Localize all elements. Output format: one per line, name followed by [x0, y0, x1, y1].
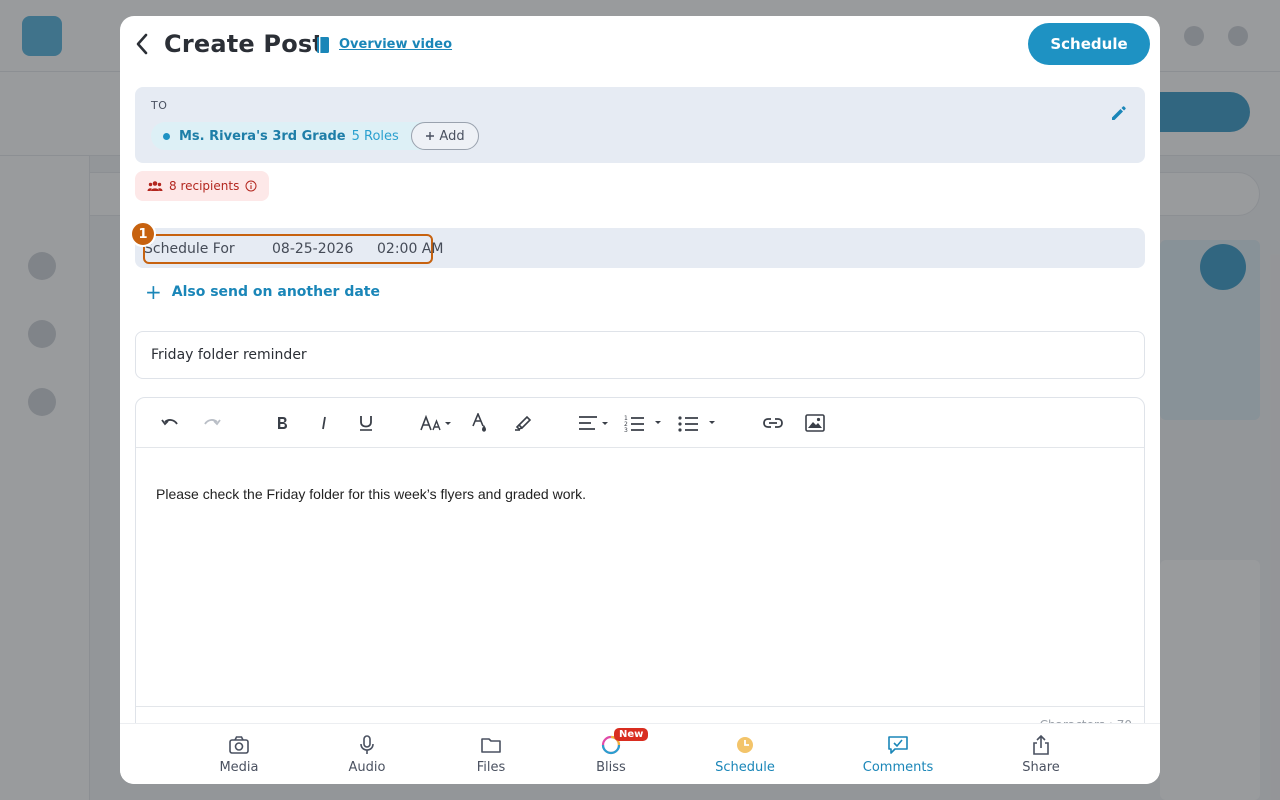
undo-button[interactable]: [158, 411, 182, 435]
font-color-button[interactable]: [470, 411, 490, 435]
italic-button[interactable]: [314, 411, 334, 435]
files-button[interactable]: Files: [446, 734, 536, 775]
editor-content[interactable]: Please check the Friday folder for this …: [156, 486, 586, 502]
editor-toolbar: 123: [136, 398, 1144, 448]
chip-dot: [163, 132, 170, 140]
overview-video-link[interactable]: Overview video: [339, 37, 452, 52]
font-color-icon: [472, 413, 486, 432]
schedule-for-row: Schedule For 08-25-2026 02:00 AM: [135, 228, 1145, 268]
attachment-bottom-bar: Media Audio Files New Bliss Schedule Com…: [120, 723, 1160, 784]
also-send-another-date-link[interactable]: + Also send on another date: [145, 280, 380, 304]
to-label: TO: [151, 99, 168, 112]
add-label: Add: [439, 128, 465, 144]
schedule-button[interactable]: Schedule: [1028, 23, 1150, 65]
insert-image-button[interactable]: [803, 411, 827, 435]
modal-header: Create Post Overview video Schedule: [120, 16, 1160, 88]
recipients-count-badge[interactable]: 8 recipients: [135, 171, 270, 201]
font-size-icon: [420, 415, 451, 431]
underline-icon: [360, 416, 372, 431]
numbered-list-dropdown[interactable]: 123: [624, 411, 666, 435]
chip-group-name: Ms. Rivera's 3rd Grade: [179, 128, 346, 144]
share-label: Share: [1022, 760, 1060, 775]
bliss-button[interactable]: New Bliss: [566, 728, 656, 775]
comment-icon: [888, 736, 908, 754]
bold-icon: [278, 417, 287, 429]
chevron-left-icon: [136, 33, 148, 55]
audio-button[interactable]: Audio: [322, 734, 412, 775]
font-size-dropdown[interactable]: [420, 411, 454, 435]
create-post-modal: Create Post Overview video Schedule TO M…: [120, 16, 1160, 784]
folder-icon: [481, 738, 501, 753]
bullet-list-dropdown[interactable]: [678, 411, 720, 435]
recipient-chip[interactable]: Ms. Rivera's 3rd Grade 5 Roles ×: [151, 122, 437, 150]
bold-button[interactable]: [272, 411, 292, 435]
share-icon: [1033, 734, 1049, 755]
align-left-icon: [579, 416, 608, 430]
pencil-icon[interactable]: [1109, 103, 1127, 121]
editor-footer-divider: [136, 706, 1144, 707]
book-icon: [317, 37, 329, 53]
step-number-badge: 1: [130, 221, 156, 247]
schedule-time-field[interactable]: 02:00 AM: [377, 241, 443, 257]
page-title: Create Post: [164, 30, 325, 58]
also-send-label: Also send on another date: [171, 284, 380, 300]
media-label: Media: [219, 760, 259, 775]
comments-button[interactable]: Comments: [853, 734, 943, 775]
add-recipient-button[interactable]: Add: [411, 122, 479, 150]
post-title-input[interactable]: [135, 331, 1145, 379]
info-icon: [245, 180, 257, 192]
microphone-icon: [360, 735, 374, 754]
back-button[interactable]: [128, 30, 156, 58]
share-button[interactable]: Share: [996, 734, 1086, 775]
plus-icon: +: [145, 280, 162, 304]
clock-icon: [737, 737, 753, 753]
italic-icon: [322, 416, 326, 430]
schedule-for-label: Schedule For: [144, 241, 235, 257]
link-icon: [763, 418, 783, 428]
align-dropdown[interactable]: [578, 411, 612, 435]
insert-link-button[interactable]: [761, 411, 785, 435]
camera-icon: [229, 736, 249, 754]
svg-text:3: 3: [624, 427, 628, 432]
files-label: Files: [476, 760, 506, 775]
recipients-count-text: 8 recipients: [169, 179, 240, 193]
numbered-list-icon: 123: [624, 415, 661, 432]
redo-icon: [204, 419, 221, 426]
new-badge: New: [614, 728, 649, 741]
comments-label: Comments: [862, 760, 934, 775]
chip-roles: 5 Roles: [351, 128, 399, 144]
media-button[interactable]: Media: [194, 734, 284, 775]
schedule-tab-label: Schedule: [715, 760, 775, 775]
recipients-box: TO Ms. Rivera's 3rd Grade 5 Roles × Add: [135, 87, 1145, 163]
image-icon: [805, 414, 825, 432]
schedule-tab-button[interactable]: Schedule: [700, 734, 790, 775]
bliss-label: Bliss: [596, 760, 626, 775]
bullet-list-icon: [678, 416, 715, 432]
audio-label: Audio: [348, 760, 386, 775]
underline-button[interactable]: [356, 411, 376, 435]
highlight-button[interactable]: [512, 411, 534, 435]
plus-icon: [426, 132, 435, 140]
people-icon: [147, 181, 163, 191]
redo-button[interactable]: [200, 411, 224, 435]
highlighter-icon: [515, 415, 532, 431]
schedule-date-field[interactable]: 08-25-2026: [272, 241, 353, 257]
undo-icon: [161, 419, 178, 426]
